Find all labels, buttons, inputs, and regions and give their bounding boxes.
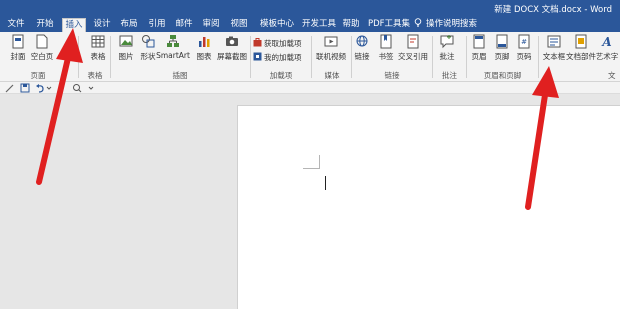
arrow-to-insert-tab — [36, 28, 83, 185]
annotation-arrows — [36, 28, 559, 210]
arrow-to-text-box — [525, 66, 559, 210]
